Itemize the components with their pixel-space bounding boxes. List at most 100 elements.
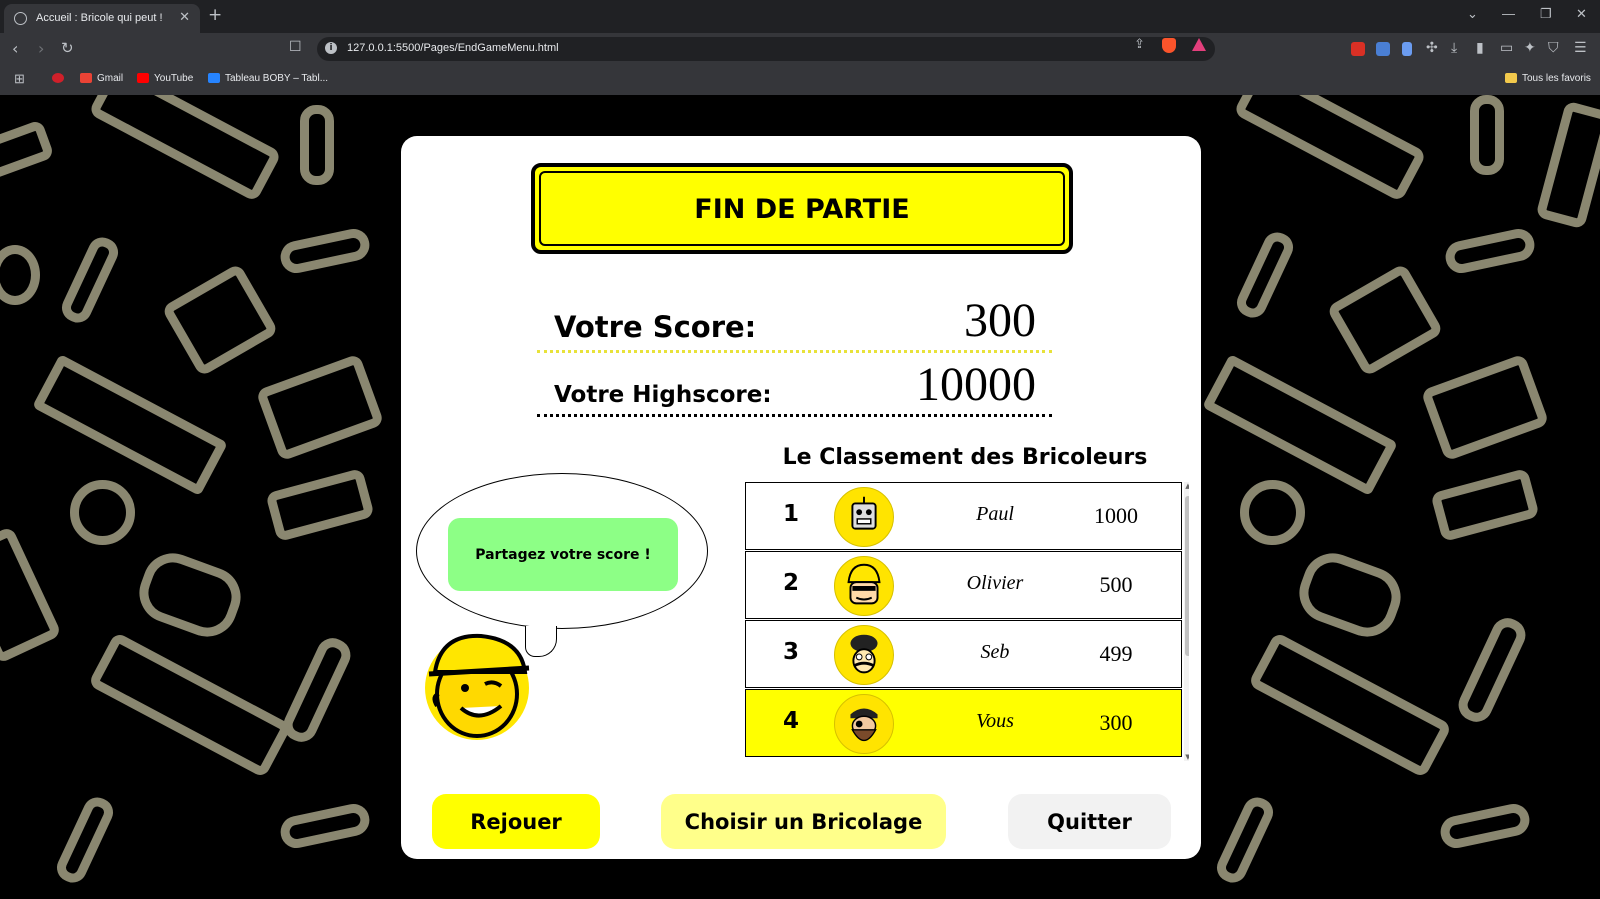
extension-red-icon[interactable] xyxy=(1351,42,1365,56)
all-favorites-label: Tous les favoris xyxy=(1522,73,1591,84)
robot-avatar-icon xyxy=(834,487,894,547)
site-info-icon[interactable]: i xyxy=(325,42,337,54)
atlassian-icon xyxy=(208,73,220,84)
tape-measure-icon xyxy=(0,119,55,181)
player-name: Paul xyxy=(976,503,1014,525)
leo-ai-icon[interactable]: ✦ xyxy=(1524,40,1536,56)
scroll-up-icon[interactable]: ▲ xyxy=(1184,482,1189,490)
scroll-down-icon[interactable]: ▼ xyxy=(1184,753,1189,761)
player-score: 499 xyxy=(1099,641,1133,666)
paint-roller-icon xyxy=(1430,467,1540,543)
extension-blue-icon[interactable] xyxy=(1402,42,1412,56)
vpn-shield-icon[interactable]: ⛉ xyxy=(1548,40,1559,56)
handshake-icon xyxy=(131,545,249,645)
ranking-scrollbar[interactable]: ▲ ▼ xyxy=(1184,482,1189,761)
wrench-icon xyxy=(278,632,356,748)
highscore-row: Votre Highscore: 10000 xyxy=(537,358,1052,417)
bookmark-huawei[interactable] xyxy=(52,73,69,84)
gmail-icon xyxy=(80,73,92,84)
url-text: 127.0.0.1:5500/Pages/EndGameMenu.html xyxy=(347,42,559,54)
screw-icon xyxy=(1232,227,1298,323)
tab-title: Accueil : Bricole qui peut ! xyxy=(36,12,163,24)
score-value: 300 xyxy=(964,294,1036,347)
bookmark-label: YouTube xyxy=(154,73,194,84)
bookmark-icon[interactable]: ☐ xyxy=(289,39,302,55)
ranking-row: 3 Seb 499 xyxy=(745,620,1182,688)
player-name: Olivier xyxy=(966,572,1024,594)
wallet-icon[interactable]: ▭ xyxy=(1500,40,1513,56)
reload-icon[interactable]: ↻ xyxy=(61,39,74,57)
builder-avatar-icon xyxy=(834,556,894,616)
page-title: FIN DE PARTIE xyxy=(694,194,910,225)
saw-icon xyxy=(32,353,228,497)
sidebar-icon[interactable]: ▮ xyxy=(1476,40,1484,56)
scrollbar-thumb[interactable] xyxy=(1185,496,1189,656)
ranking-table[interactable]: 1 Paul 1000 2 Olivier 500 3 Seb 499 4 Vo… xyxy=(745,482,1189,761)
bolt-icon xyxy=(1437,800,1533,852)
nut-icon xyxy=(70,480,135,545)
replay-button[interactable]: Rejouer xyxy=(432,794,600,849)
wrench-icon xyxy=(1470,95,1504,175)
minimize-icon[interactable]: — xyxy=(1502,6,1515,21)
rank-position: 1 xyxy=(783,501,800,527)
cash-stack-icon xyxy=(255,353,385,462)
handshake-icon xyxy=(1291,545,1409,645)
wrench-icon xyxy=(1453,612,1531,728)
brave-shields-icon[interactable] xyxy=(1162,38,1176,53)
tab-close-icon[interactable]: ✕ xyxy=(179,10,190,25)
all-favorites[interactable]: Tous les favoris xyxy=(1505,73,1591,84)
bookmark-tableau-boby[interactable]: Tableau BOBY – Tabl... xyxy=(208,73,328,84)
screw-icon xyxy=(52,792,118,888)
saw-icon xyxy=(1202,353,1398,497)
pirate-avatar-icon xyxy=(834,694,894,754)
tab-list-icon[interactable]: ⌄ xyxy=(1467,6,1478,22)
bookmark-youtube[interactable]: YouTube xyxy=(137,73,193,84)
translate-extension-icon[interactable] xyxy=(1376,42,1390,56)
player-name: Seb xyxy=(980,641,1010,663)
choose-diy-button[interactable]: Choisir un Bricolage xyxy=(661,794,946,849)
screw-icon xyxy=(1212,792,1278,888)
download-icon[interactable]: ⤓ xyxy=(1451,40,1457,56)
plank-icon xyxy=(1247,631,1453,779)
end-game-card: FIN DE PARTIE Votre Score: 300 Votre Hig… xyxy=(401,136,1201,859)
apps-grid-icon[interactable]: ⊞ xyxy=(14,71,25,87)
share-page-icon[interactable]: ⇪ xyxy=(1134,37,1145,52)
bolt-icon xyxy=(277,225,373,277)
plank-icon xyxy=(1535,100,1600,230)
score-label: Votre Score: xyxy=(554,310,757,344)
header-banner: FIN DE PARTIE xyxy=(531,163,1073,254)
bookmarks-bar: ⊞ Gmail YouTube Tableau BOBY – Tabl... T… xyxy=(0,65,1600,95)
player-score: 500 xyxy=(1099,572,1133,597)
ranking-title: Le Classement des Bricoleurs xyxy=(782,445,1148,470)
plank-icon xyxy=(87,631,293,779)
huawei-icon xyxy=(52,73,64,84)
back-icon[interactable]: ‹ xyxy=(12,39,18,58)
highscore-value: 10000 xyxy=(916,358,1036,411)
browser-toolbar: ‹ › ↻ ☐ i 127.0.0.1:5500/Pages/EndGameMe… xyxy=(0,33,1600,65)
menu-icon[interactable]: ☰ xyxy=(1574,40,1587,56)
extensions-puzzle-icon[interactable]: ✣ xyxy=(1426,40,1438,56)
rank-position: 2 xyxy=(783,570,800,596)
restore-icon[interactable]: ❐ xyxy=(1540,6,1552,22)
player-score: 300 xyxy=(1099,710,1133,735)
wrench-icon xyxy=(300,105,334,185)
new-tab-icon[interactable]: + xyxy=(208,5,222,25)
ranking-row: 2 Olivier 500 xyxy=(745,551,1182,619)
browser-tab[interactable]: Accueil : Bricole qui peut ! ✕ xyxy=(4,4,200,33)
calculator-icon xyxy=(0,525,63,665)
bookmark-gmail[interactable]: Gmail xyxy=(80,73,123,84)
address-bar[interactable]: i 127.0.0.1:5500/Pages/EndGameMenu.html xyxy=(317,37,1215,61)
ranking-row: 1 Paul 1000 xyxy=(745,482,1182,550)
browser-tab-bar: Accueil : Bricole qui peut ! ✕ + ⌄ — ❐ ✕ xyxy=(0,0,1600,33)
rank-position: 3 xyxy=(783,639,800,665)
share-score-button[interactable]: Partagez votre score ! xyxy=(448,518,678,591)
folder-icon xyxy=(1505,73,1517,84)
window-close-icon[interactable]: ✕ xyxy=(1576,6,1587,22)
forward-icon[interactable]: › xyxy=(38,39,44,58)
bolt-icon xyxy=(277,800,373,852)
quit-button[interactable]: Quitter xyxy=(1008,794,1171,849)
brave-rewards-icon[interactable] xyxy=(1192,38,1206,51)
player-score: 1000 xyxy=(1094,503,1138,528)
bookmark-label: Tableau BOBY – Tabl... xyxy=(225,73,329,84)
page-viewport: FIN DE PARTIE Votre Score: 300 Votre Hig… xyxy=(0,95,1600,899)
